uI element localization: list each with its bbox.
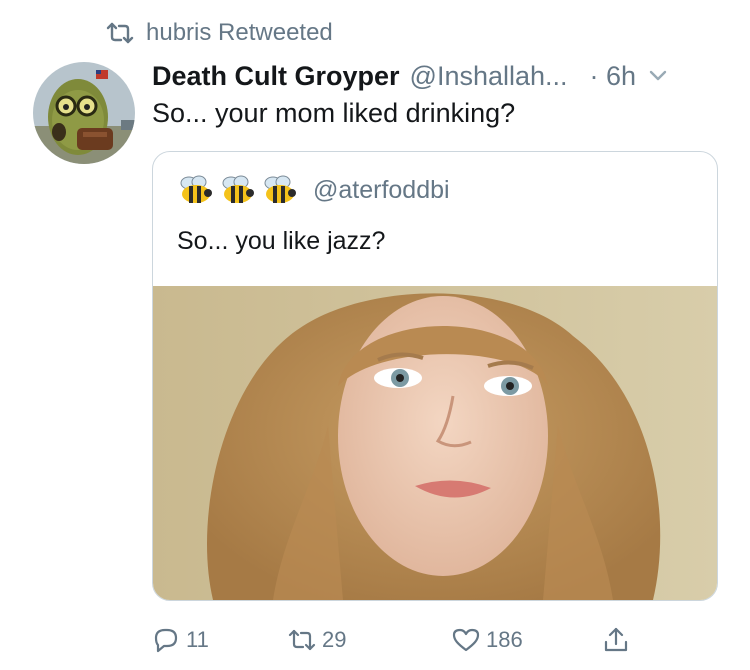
reply-icon (154, 628, 178, 653)
tweet-header: Death Cult Groyper @Inshallah... · 6h (152, 56, 732, 96)
display-name[interactable]: Death Cult Groyper (152, 61, 400, 92)
share-button[interactable] (602, 620, 636, 660)
reply-button[interactable]: 11 (152, 620, 209, 660)
avatar[interactable] (33, 62, 135, 164)
retweet-icon (106, 22, 134, 44)
tweet-text: So... your mom liked drinking? (152, 98, 516, 128)
quoted-tweet-text: So... you like jazz? (177, 227, 386, 255)
retweeted-by-row[interactable]: hubris Retweeted (106, 16, 333, 50)
quoted-tweet-header: @aterfoddbi (177, 170, 450, 210)
chevron-down-icon[interactable] (648, 69, 668, 83)
retweet-icon (288, 629, 316, 651)
tweet-action-bar: 11 29 186 (152, 620, 712, 660)
heart-icon (452, 628, 480, 652)
tweet-timestamp[interactable]: · 6h (590, 61, 637, 92)
retweet-button[interactable]: 29 (288, 620, 346, 660)
like-button[interactable]: 186 (452, 620, 523, 660)
bee-icon (180, 175, 212, 203)
quoted-tweet-photo[interactable] (153, 286, 717, 600)
quoted-user-handle[interactable]: @aterfoddbi (313, 176, 450, 205)
reply-count: 11 (186, 627, 209, 652)
quoted-tweet-card[interactable]: @aterfoddbi So... you like jazz? (152, 151, 718, 601)
like-count: 186 (486, 627, 523, 652)
bee-icon (222, 175, 254, 203)
quoted-user-avatar-emoji (177, 175, 299, 205)
retweeted-by-label: hubris Retweeted (146, 19, 333, 46)
bee-icon (264, 175, 296, 203)
avatar-image (33, 62, 135, 164)
retweet-count: 29 (322, 627, 347, 652)
share-icon (604, 627, 628, 652)
user-handle[interactable]: @Inshallah... (410, 61, 568, 92)
